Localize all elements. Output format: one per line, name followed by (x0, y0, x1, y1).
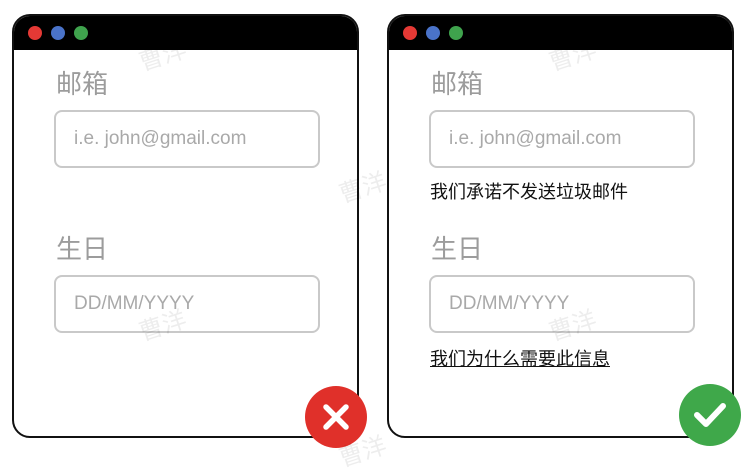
good-example-window: 邮箱 i.e. john@gmail.com 我们承诺不发送垃圾邮件 生日 DD… (387, 14, 734, 438)
birthday-field[interactable]: DD/MM/YYYY (429, 275, 695, 333)
why-we-need-info-link[interactable]: 我们为什么需要此信息 (430, 349, 610, 371)
maximize-window-dot[interactable] (74, 26, 88, 40)
cross-icon (305, 386, 367, 448)
birthday-label: 生日 (56, 235, 109, 265)
minimize-window-dot[interactable] (426, 26, 440, 40)
email-label: 邮箱 (56, 70, 109, 100)
minimize-window-dot[interactable] (51, 26, 65, 40)
title-bar (389, 16, 732, 50)
email-label: 邮箱 (431, 70, 484, 100)
close-window-dot[interactable] (28, 26, 42, 40)
maximize-window-dot[interactable] (449, 26, 463, 40)
email-field[interactable]: i.e. john@gmail.com (54, 110, 320, 168)
birthday-label: 生日 (431, 235, 484, 265)
checkmark-icon (679, 384, 741, 446)
email-field[interactable]: i.e. john@gmail.com (429, 110, 695, 168)
email-helper-text: 我们承诺不发送垃圾邮件 (430, 182, 628, 203)
bad-example-window: 邮箱 i.e. john@gmail.com 生日 DD/MM/YYYY (12, 14, 359, 438)
title-bar (14, 16, 357, 50)
close-window-dot[interactable] (403, 26, 417, 40)
birthday-field[interactable]: DD/MM/YYYY (54, 275, 320, 333)
